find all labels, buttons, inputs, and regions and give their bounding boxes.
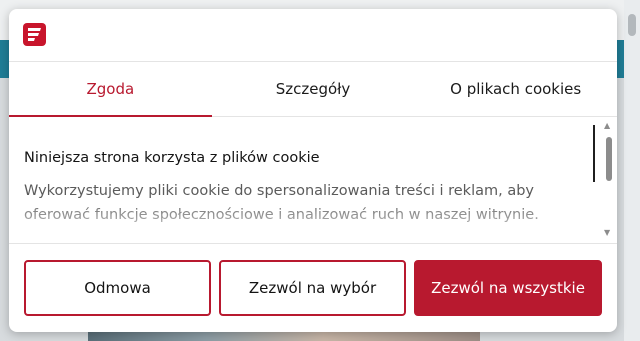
content-scroll-indicator — [593, 125, 595, 182]
tab-consent[interactable]: Zgoda — [9, 62, 212, 117]
brand-logo-icon — [23, 23, 46, 46]
scroll-down-icon[interactable]: ▼ — [604, 228, 610, 237]
consent-title: Niniejsza strona korzysta z plików cooki… — [24, 150, 320, 166]
dialog-header — [9, 9, 617, 62]
content-fade — [9, 199, 599, 243]
consent-content: Niniejsza strona korzysta z plików cooki… — [9, 117, 617, 243]
allow-all-button[interactable]: Zezwól na wszystkie — [414, 260, 602, 316]
scroll-up-icon[interactable]: ▲ — [604, 121, 610, 130]
tab-details[interactable]: Szczegóły — [212, 62, 415, 116]
tab-about-cookies[interactable]: O plikach cookies — [414, 62, 617, 116]
content-scrollbar-thumb[interactable] — [606, 137, 612, 181]
page-scrollbar-thumb[interactable] — [628, 14, 636, 36]
deny-button[interactable]: Odmowa — [24, 260, 211, 316]
page-scrollbar[interactable] — [624, 0, 640, 341]
consent-tabs: Zgoda Szczegóły O plikach cookies — [9, 62, 617, 117]
allow-selection-button[interactable]: Zezwól na wybór — [219, 260, 406, 316]
footer-divider — [9, 243, 617, 244]
cookie-consent-dialog: Zgoda Szczegóły O plikach cookies Niniej… — [9, 9, 617, 332]
